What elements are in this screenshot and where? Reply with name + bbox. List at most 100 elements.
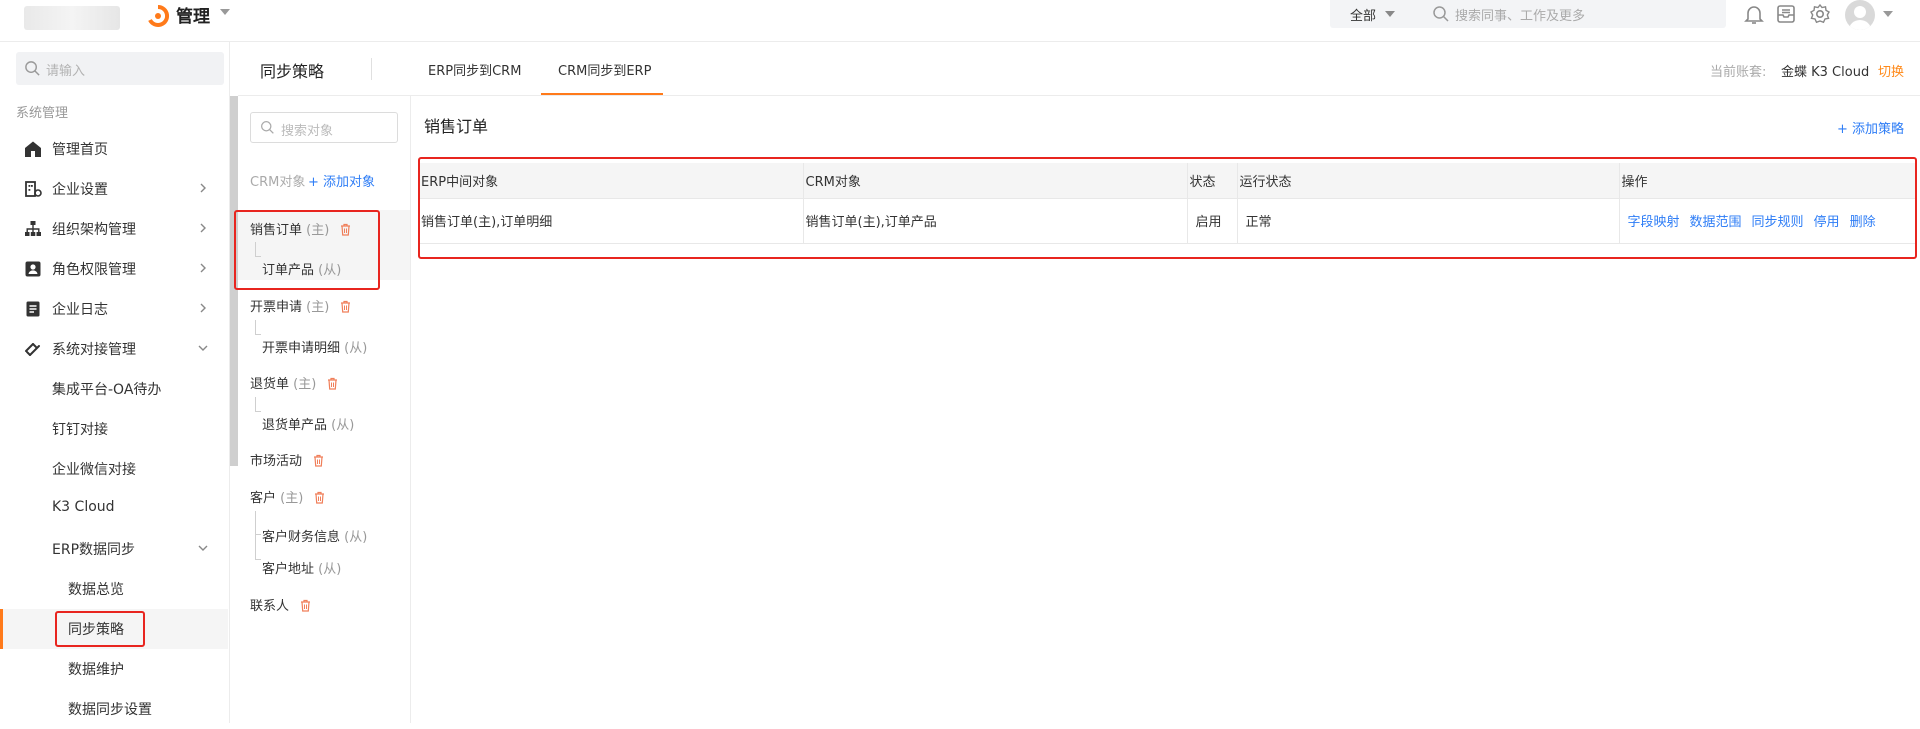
- object-item-contact[interactable]: 联系人: [250, 595, 312, 614]
- chevron-down-icon[interactable]: [220, 9, 230, 15]
- trash-icon[interactable]: [326, 377, 339, 390]
- object-role: (主): [306, 223, 330, 238]
- main-header: 同步策略 ERP同步到CRM CRM同步到ERP 当前账套: 金蝶 K3 Clo…: [238, 42, 1920, 96]
- avatar[interactable]: [1845, 0, 1875, 30]
- tab-erp-to-crm[interactable]: ERP同步到CRM: [428, 60, 521, 79]
- object-name: 订单产品: [262, 263, 315, 278]
- search-scope-select[interactable]: 全部: [1350, 5, 1376, 24]
- trash-icon[interactable]: [313, 491, 326, 504]
- object-name: 客户地址: [262, 562, 315, 577]
- column-header-erp-object: ERP中间对象: [419, 163, 804, 199]
- sidebar-item-label: 组织架构管理: [52, 222, 136, 238]
- object-item-customer[interactable]: 客户 (主): [250, 487, 326, 506]
- sidebar-item-k3-cloud[interactable]: K3 Cloud: [0, 489, 228, 529]
- object-role: (主): [293, 377, 317, 392]
- org-chart-icon: [25, 221, 41, 236]
- object-search-input[interactable]: 搜索对象: [250, 112, 398, 143]
- object-item-sales-order[interactable]: 销售订单 (主): [250, 219, 352, 238]
- sidebar: 请输入 系统管理 管理首页 企业设置 组织架构管理 角色权限管理 企业日志 系统…: [0, 42, 230, 723]
- object-child-order-product[interactable]: 订单产品 (从): [262, 259, 341, 278]
- trash-icon[interactable]: [299, 599, 312, 612]
- delete-link[interactable]: 删除: [1850, 215, 1876, 230]
- disable-link[interactable]: 停用: [1814, 215, 1840, 230]
- add-object-label: 添加对象: [323, 175, 376, 190]
- log-icon: [26, 301, 40, 317]
- object-role: (从): [318, 562, 342, 577]
- chevron-down-icon[interactable]: [1385, 11, 1395, 17]
- sidebar-item-label: 钉钉对接: [52, 422, 108, 438]
- cell-crm-object: 销售订单(主),订单产品: [803, 198, 1188, 244]
- sidebar-item-wecom[interactable]: 企业微信对接: [0, 449, 228, 489]
- gear-icon[interactable]: [1808, 2, 1832, 26]
- column-header-actions: 操作: [1619, 163, 1915, 199]
- sidebar-scrollbar[interactable]: [230, 96, 238, 466]
- tree-connector: [255, 397, 261, 412]
- sidebar-item-erp-sync[interactable]: ERP数据同步: [0, 529, 228, 569]
- home-icon: [25, 141, 41, 157]
- sidebar-item-oa-todo[interactable]: 集成平台-OA待办: [0, 369, 228, 409]
- tree-connector: [255, 242, 261, 257]
- field-mapping-link[interactable]: 字段映射: [1628, 215, 1680, 230]
- user-icon: [1849, 6, 1871, 30]
- sidebar-search-input[interactable]: 请输入: [16, 52, 224, 85]
- object-role: (从): [344, 530, 368, 545]
- bell-icon[interactable]: [1742, 2, 1766, 26]
- trash-icon[interactable]: [339, 300, 352, 313]
- tree-connector: [255, 511, 261, 559]
- search-input[interactable]: 搜索同事、工作及更多: [1455, 5, 1585, 24]
- sidebar-item-label: 企业日志: [52, 302, 108, 318]
- sidebar-item-role-permissions[interactable]: 角色权限管理: [0, 249, 228, 289]
- sidebar-item-label: 管理首页: [52, 142, 108, 158]
- object-item-marketing-campaign[interactable]: 市场活动: [250, 450, 325, 469]
- switch-account-link[interactable]: 切换: [1878, 61, 1904, 80]
- sidebar-item-label: K3 Cloud: [52, 499, 115, 515]
- chevron-down-icon[interactable]: [1883, 11, 1893, 17]
- page-title: 同步策略: [260, 62, 325, 81]
- global-search[interactable]: 全部 搜索同事、工作及更多: [1330, 0, 1726, 28]
- plus-icon: +: [308, 175, 324, 190]
- sidebar-item-data-maintenance[interactable]: 数据维护: [0, 649, 228, 689]
- sidebar-item-label: 系统对接管理: [52, 342, 136, 358]
- object-role: (从): [331, 418, 355, 433]
- object-child-customer-finance[interactable]: 客户财务信息 (从): [262, 526, 367, 545]
- sidebar-item-sync-settings[interactable]: 数据同步设置: [0, 689, 228, 729]
- top-bar: 管理 全部 搜索同事、工作及更多: [0, 0, 1920, 42]
- object-child-return-product[interactable]: 退货单产品 (从): [262, 414, 354, 433]
- sidebar-item-label: 数据同步设置: [68, 702, 152, 718]
- object-name: 客户财务信息: [262, 530, 341, 545]
- inbox-icon[interactable]: [1774, 2, 1798, 26]
- object-child-invoice-detail[interactable]: 开票申请明细 (从): [262, 337, 367, 356]
- table-row: 销售订单(主),订单明细 销售订单(主),订单产品 启用 正常 字段映射 数据范围…: [419, 198, 1915, 244]
- sidebar-item-label: 数据总览: [68, 582, 124, 598]
- sidebar-item-dingtalk[interactable]: 钉钉对接: [0, 409, 228, 449]
- trash-icon[interactable]: [312, 454, 325, 467]
- search-icon: [1433, 6, 1449, 22]
- add-strategy-button[interactable]: + 添加策略: [1837, 118, 1904, 137]
- object-item-invoice-request[interactable]: 开票申请 (主): [250, 296, 352, 315]
- sidebar-item-sync-strategy[interactable]: 同步策略: [0, 609, 228, 649]
- cell-run-status: 正常: [1237, 198, 1620, 244]
- add-object-button[interactable]: + 添加对象: [308, 171, 375, 190]
- tab-crm-to-erp[interactable]: CRM同步到ERP: [558, 60, 651, 79]
- company-logo: [24, 6, 120, 30]
- object-item-return-order[interactable]: 退货单 (主): [250, 373, 339, 392]
- sidebar-item-system-integration[interactable]: 系统对接管理: [0, 329, 228, 369]
- sidebar-item-data-overview[interactable]: 数据总览: [0, 569, 228, 609]
- chevron-down-icon: [198, 345, 208, 351]
- object-role: (从): [344, 341, 368, 356]
- chevron-right-icon: [200, 183, 206, 193]
- sidebar-item-enterprise-settings[interactable]: 企业设置: [0, 169, 228, 209]
- sidebar-item-org-structure[interactable]: 组织架构管理: [0, 209, 228, 249]
- crm-object-heading: CRM对象: [250, 175, 306, 190]
- object-child-customer-address[interactable]: 客户地址 (从): [262, 558, 341, 577]
- sidebar-item-home[interactable]: 管理首页: [0, 129, 228, 169]
- sidebar-item-enterprise-log[interactable]: 企业日志: [0, 289, 228, 329]
- trash-icon[interactable]: [339, 223, 352, 236]
- data-range-link[interactable]: 数据范围: [1690, 215, 1742, 230]
- column-header-status: 状态: [1187, 163, 1238, 199]
- search-icon: [25, 61, 40, 76]
- app-title[interactable]: 管理: [176, 2, 210, 27]
- object-name: 退货单产品: [262, 418, 328, 433]
- sync-rules-link[interactable]: 同步规则: [1752, 215, 1804, 230]
- tree-connector: [255, 533, 261, 535]
